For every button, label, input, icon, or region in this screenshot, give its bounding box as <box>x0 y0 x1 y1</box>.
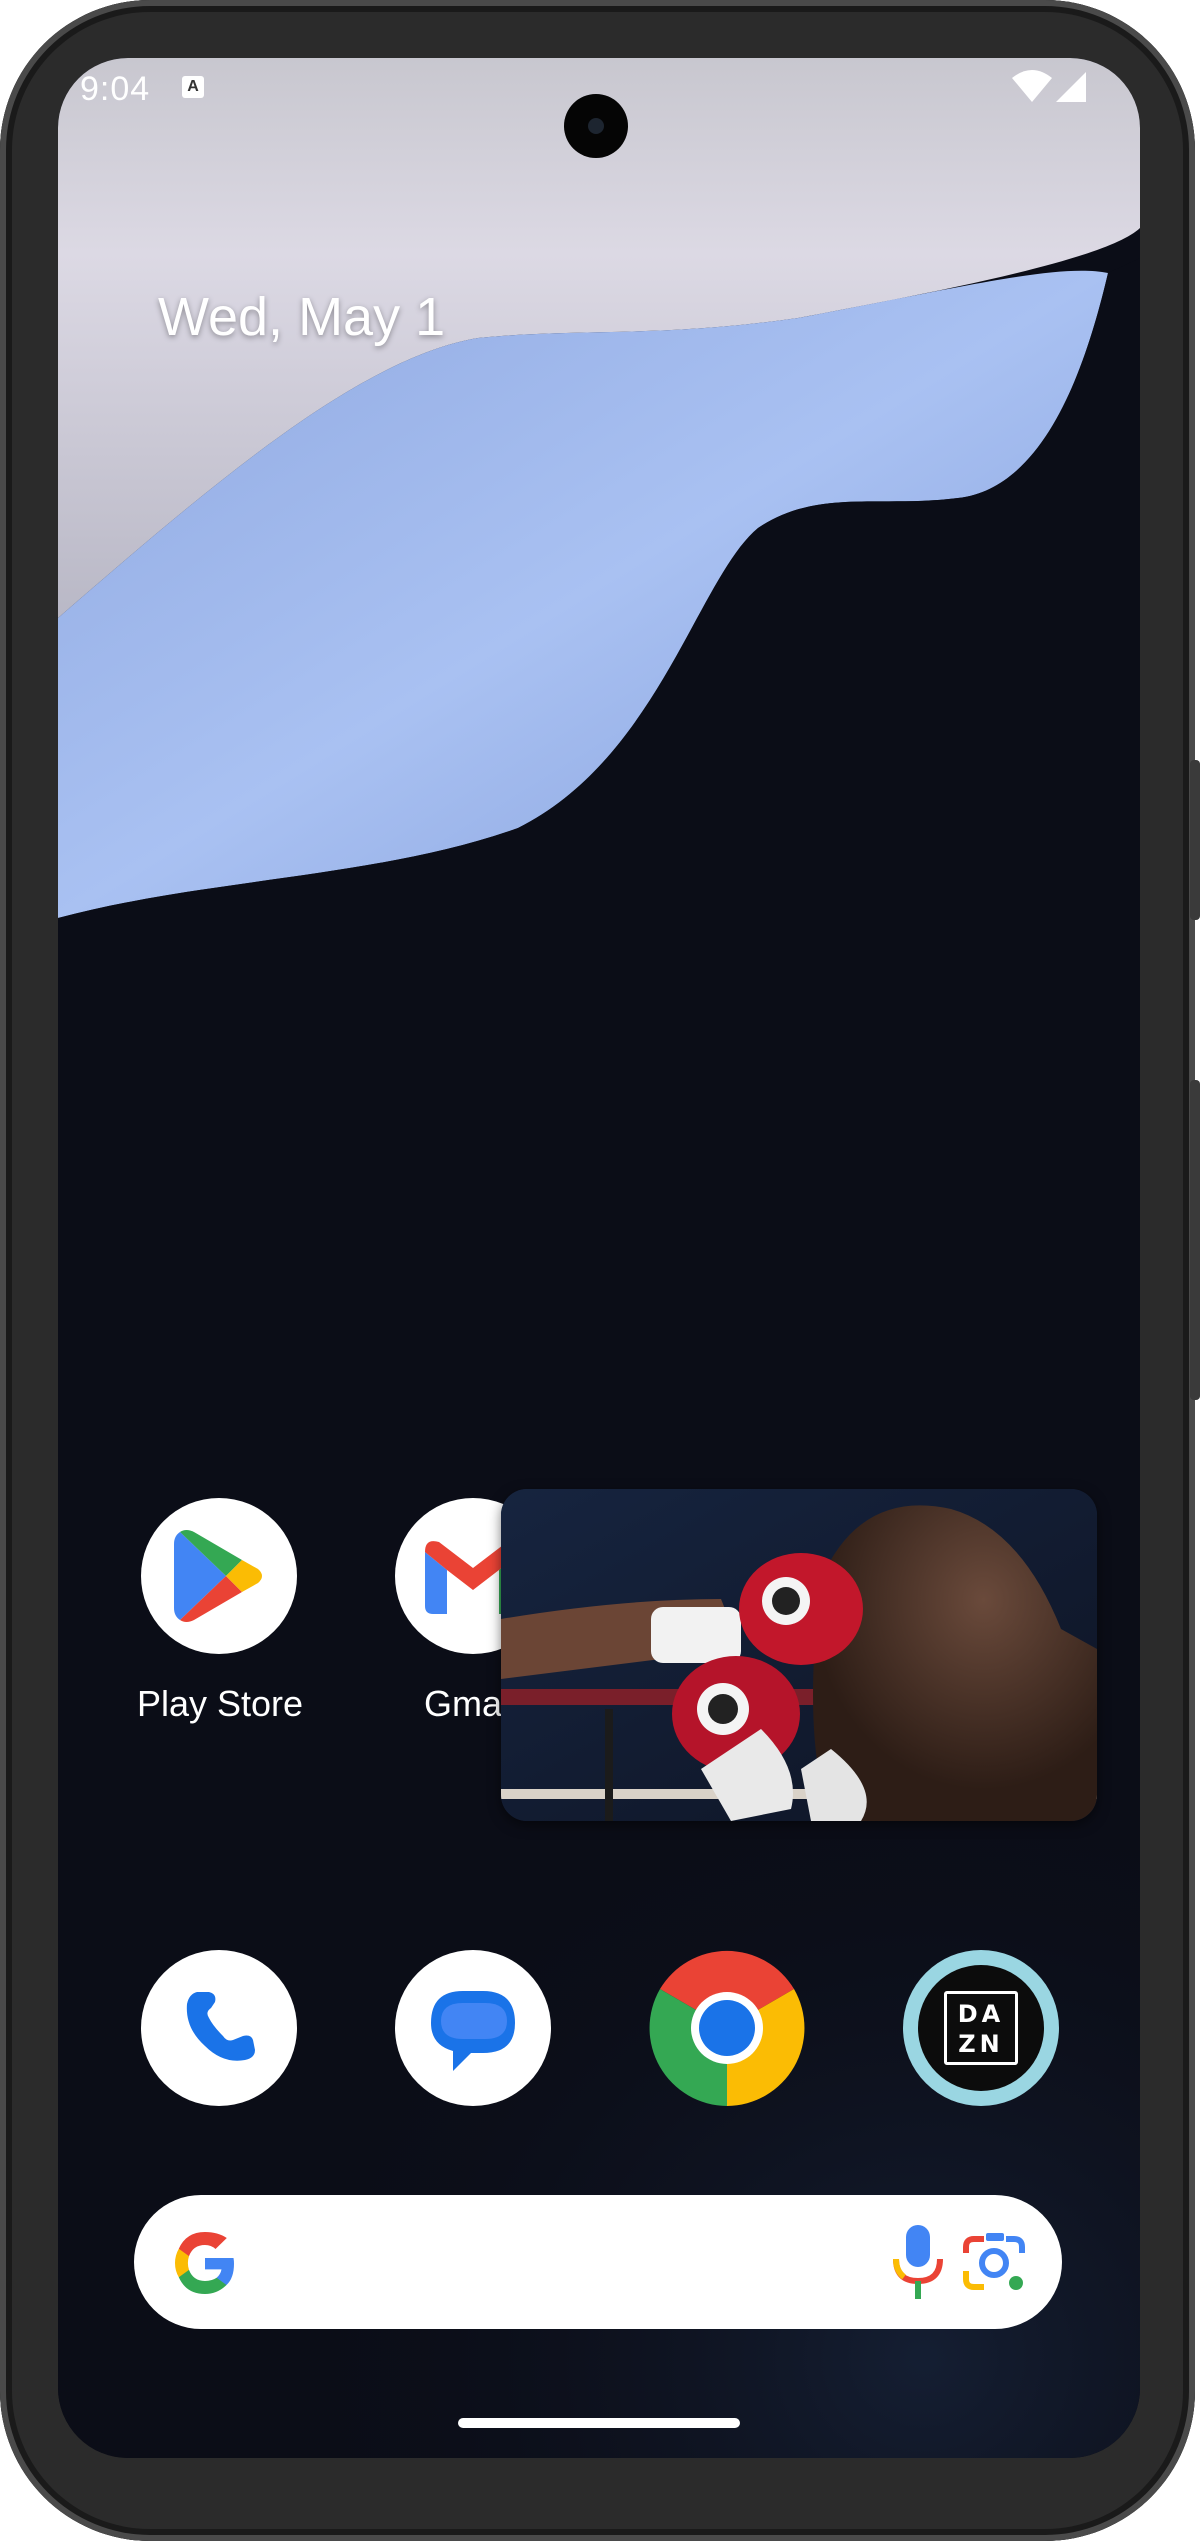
app-chrome[interactable] <box>649 1950 805 2106</box>
date-widget[interactable]: Wed, May 1 <box>158 286 445 348</box>
google-lens-icon[interactable] <box>962 2231 1028 2295</box>
microphone-icon[interactable] <box>890 2225 946 2301</box>
phone-icon <box>186 1992 255 2061</box>
dazn-text-bottom: ZN <box>958 2030 1004 2058</box>
home-screen: 9:04 A Wed, May 1 Play Store Gma DA ZN <box>58 58 1140 2458</box>
google-g-icon <box>175 2232 234 2294</box>
front-camera <box>564 94 628 158</box>
wifi-icon <box>1012 70 1052 102</box>
app-play-store[interactable] <box>141 1498 297 1654</box>
app-phone[interactable] <box>141 1950 297 2106</box>
gesture-nav-handle[interactable] <box>458 2418 740 2428</box>
app-label-gmail: Gma <box>424 1683 503 1724</box>
app-messages[interactable] <box>395 1950 551 2106</box>
dazn-text-top: DA <box>957 2000 1005 2028</box>
side-button-power <box>1190 760 1200 920</box>
a-icon: A <box>182 76 204 98</box>
pip-video-window[interactable] <box>501 1489 1097 1821</box>
side-button-volume <box>1190 1080 1200 1400</box>
play-store-icon <box>174 1530 262 1622</box>
google-search-bar[interactable] <box>134 2195 1062 2329</box>
app-label-play-store: Play Store <box>136 1683 304 1724</box>
app-dazn[interactable]: DA ZN <box>903 1950 1059 2106</box>
boxing-video <box>501 1489 1097 1821</box>
status-time: 9:04 <box>80 70 151 108</box>
chrome-icon <box>649 1950 805 2106</box>
messages-icon <box>431 1991 515 2071</box>
status-icons <box>1012 70 1086 102</box>
dazn-icon: DA ZN <box>918 1965 1044 2091</box>
